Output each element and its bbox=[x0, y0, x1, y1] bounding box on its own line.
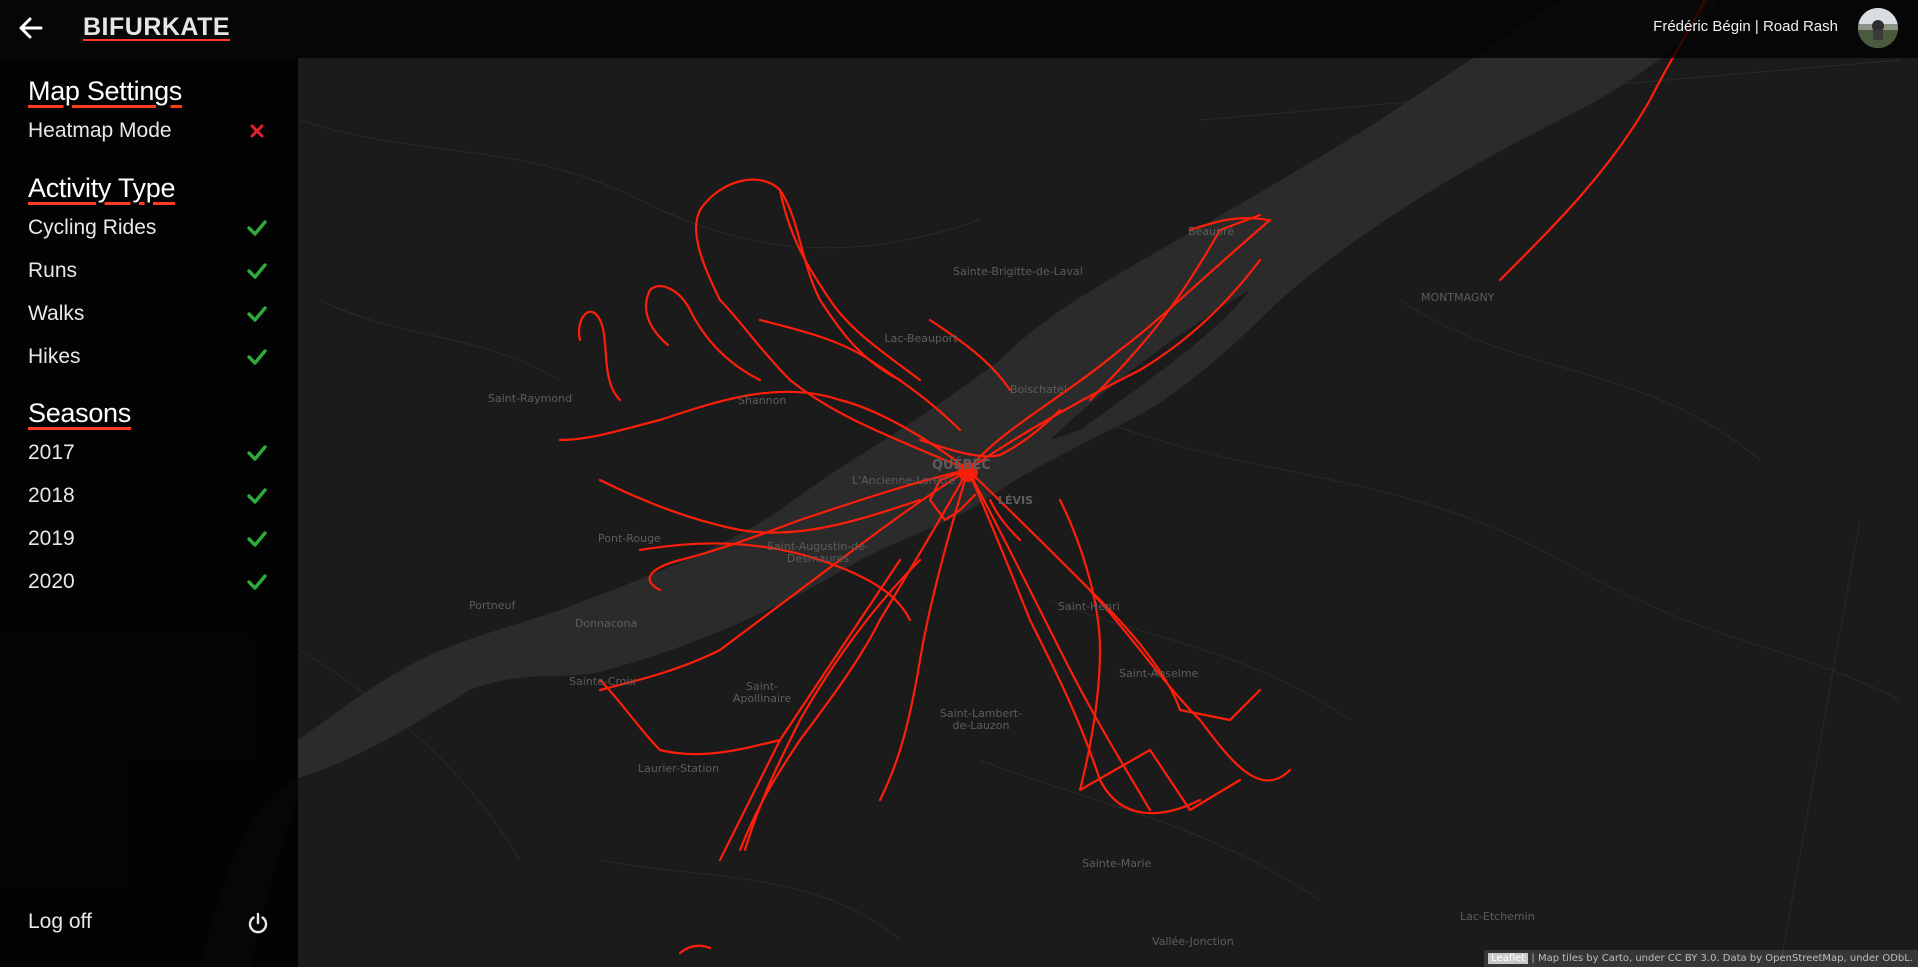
arrow-left-icon[interactable] bbox=[17, 12, 45, 44]
section-title-activity-type: Activity Type bbox=[28, 173, 176, 203]
toggle-cycling-rides[interactable]: Cycling Rides bbox=[0, 211, 298, 245]
place-label: Saint-Raymond bbox=[488, 392, 573, 405]
check-icon[interactable] bbox=[246, 571, 268, 593]
place-label: Saint-Anselme bbox=[1119, 667, 1199, 680]
place-label: QUÉBEC bbox=[932, 458, 991, 473]
toggle-label: 2017 bbox=[28, 441, 75, 464]
sidebar: Map Settings Heatmap Mode Activity Type … bbox=[0, 58, 298, 967]
toggle-label: Heatmap Mode bbox=[28, 119, 172, 142]
place-label: Lac-Etchemin bbox=[1460, 910, 1535, 923]
toggle-label: 2018 bbox=[28, 484, 75, 507]
check-icon[interactable] bbox=[246, 485, 268, 507]
toggle-label: Cycling Rides bbox=[28, 216, 157, 239]
place-label: Portneuf bbox=[469, 599, 516, 612]
toggle-season-2020[interactable]: 2020 bbox=[0, 565, 298, 599]
logoff-button[interactable]: Log off bbox=[0, 903, 298, 941]
place-label: Sainte-Croix bbox=[569, 675, 637, 688]
toggle-runs[interactable]: Runs bbox=[0, 254, 298, 288]
attribution-text: | Map tiles by Carto, under CC BY 3.0. D… bbox=[1528, 953, 1913, 964]
cross-icon[interactable] bbox=[246, 120, 268, 142]
toggle-label: 2020 bbox=[28, 570, 75, 593]
place-label: Pont-Rouge bbox=[598, 532, 661, 545]
place-label: Saint-Augustin-de-Desmaures bbox=[766, 540, 869, 565]
check-icon[interactable] bbox=[246, 217, 268, 239]
check-icon[interactable] bbox=[246, 346, 268, 368]
toggle-label: Runs bbox=[28, 259, 78, 282]
check-icon[interactable] bbox=[246, 442, 268, 464]
section-title-map-settings: Map Settings bbox=[28, 76, 182, 106]
toggle-label: 2019 bbox=[28, 527, 75, 550]
place-label: Donnacona bbox=[575, 617, 638, 630]
toggle-label: Hikes bbox=[28, 345, 81, 368]
place-label: LÉVIS bbox=[998, 494, 1034, 507]
place-label: Sainte-Marie bbox=[1082, 857, 1152, 870]
toggle-season-2019[interactable]: 2019 bbox=[0, 522, 298, 556]
place-label: Beaupré bbox=[1188, 225, 1235, 238]
place-label: MONTMAGNY bbox=[1421, 291, 1495, 304]
user-label[interactable]: Frédéric Bégin | Road Rash bbox=[1653, 18, 1838, 35]
map-attribution: Leaflet | Map tiles by Carto, under CC B… bbox=[1484, 950, 1918, 967]
activity-routes bbox=[558, 0, 1707, 955]
avatar[interactable] bbox=[1858, 8, 1898, 48]
power-icon[interactable] bbox=[246, 911, 270, 935]
toggle-season-2017[interactable]: 2017 bbox=[0, 436, 298, 470]
place-label: Boischatel bbox=[1010, 383, 1067, 396]
place-label: Lac-Beauport bbox=[884, 332, 958, 345]
top-bar: BIFURKATE Frédéric Bégin | Road Rash bbox=[0, 0, 1918, 58]
section-title-seasons: Seasons bbox=[28, 398, 131, 428]
check-icon[interactable] bbox=[246, 303, 268, 325]
leaflet-link[interactable]: Leaflet bbox=[1488, 953, 1529, 964]
place-label: Saint-Lambert-de-Lauzon bbox=[939, 707, 1023, 732]
place-label: Saint-Henri bbox=[1058, 600, 1120, 613]
place-label: Saint-Apollinaire bbox=[732, 680, 792, 705]
check-icon[interactable] bbox=[246, 260, 268, 282]
check-icon[interactable] bbox=[246, 528, 268, 550]
place-label: Sainte-Brigitte-de-Laval bbox=[953, 265, 1083, 278]
toggle-label: Walks bbox=[28, 302, 85, 325]
toggle-walks[interactable]: Walks bbox=[0, 297, 298, 331]
place-label: Laurier-Station bbox=[638, 762, 720, 775]
toggle-season-2018[interactable]: 2018 bbox=[0, 479, 298, 513]
place-label: Shannon bbox=[738, 394, 787, 407]
place-label: L'Ancienne-Lorette bbox=[852, 474, 956, 487]
place-label: Vallée-Jonction bbox=[1152, 935, 1234, 948]
brand-title[interactable]: BIFURKATE bbox=[83, 13, 230, 42]
toggle-heatmap-mode[interactable]: Heatmap Mode bbox=[0, 114, 298, 148]
logoff-label: Log off bbox=[28, 910, 92, 933]
toggle-hikes[interactable]: Hikes bbox=[0, 340, 298, 374]
